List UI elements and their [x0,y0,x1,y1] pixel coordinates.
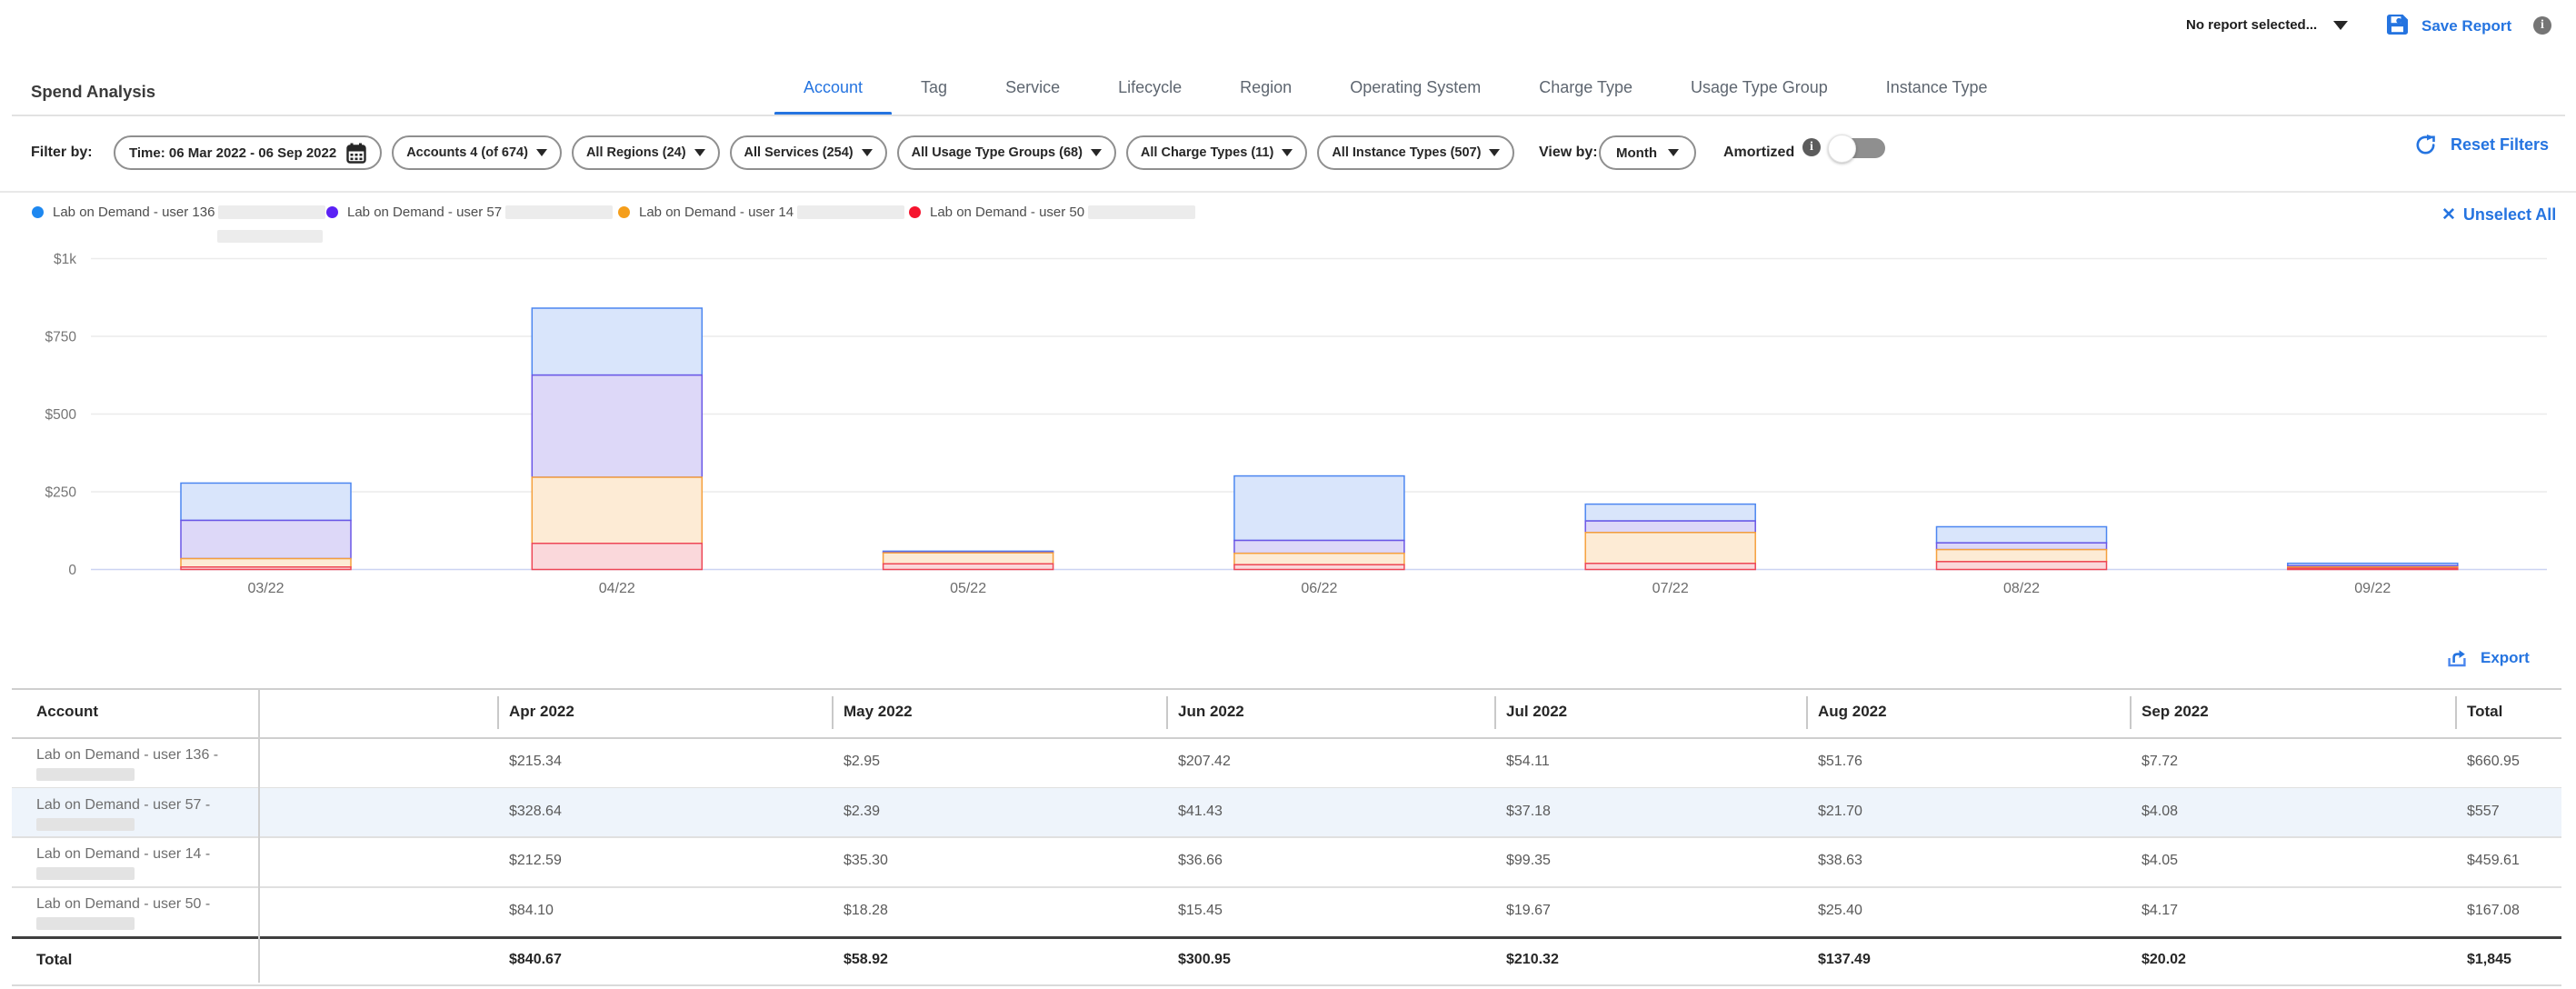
svg-text:$750: $750 [45,330,77,345]
svg-text:$250: $250 [45,485,77,501]
svg-text:09/22: 09/22 [2354,581,2391,596]
svg-text:07/22: 07/22 [1652,581,1689,596]
svg-text:$1k: $1k [54,252,76,267]
svg-text:08/22: 08/22 [2003,581,2040,596]
svg-text:04/22: 04/22 [599,581,635,596]
svg-text:$500: $500 [45,407,77,423]
svg-text:0: 0 [68,563,76,578]
svg-text:03/22: 03/22 [247,581,284,596]
svg-text:06/22: 06/22 [1301,581,1337,596]
svg-text:05/22: 05/22 [950,581,986,596]
